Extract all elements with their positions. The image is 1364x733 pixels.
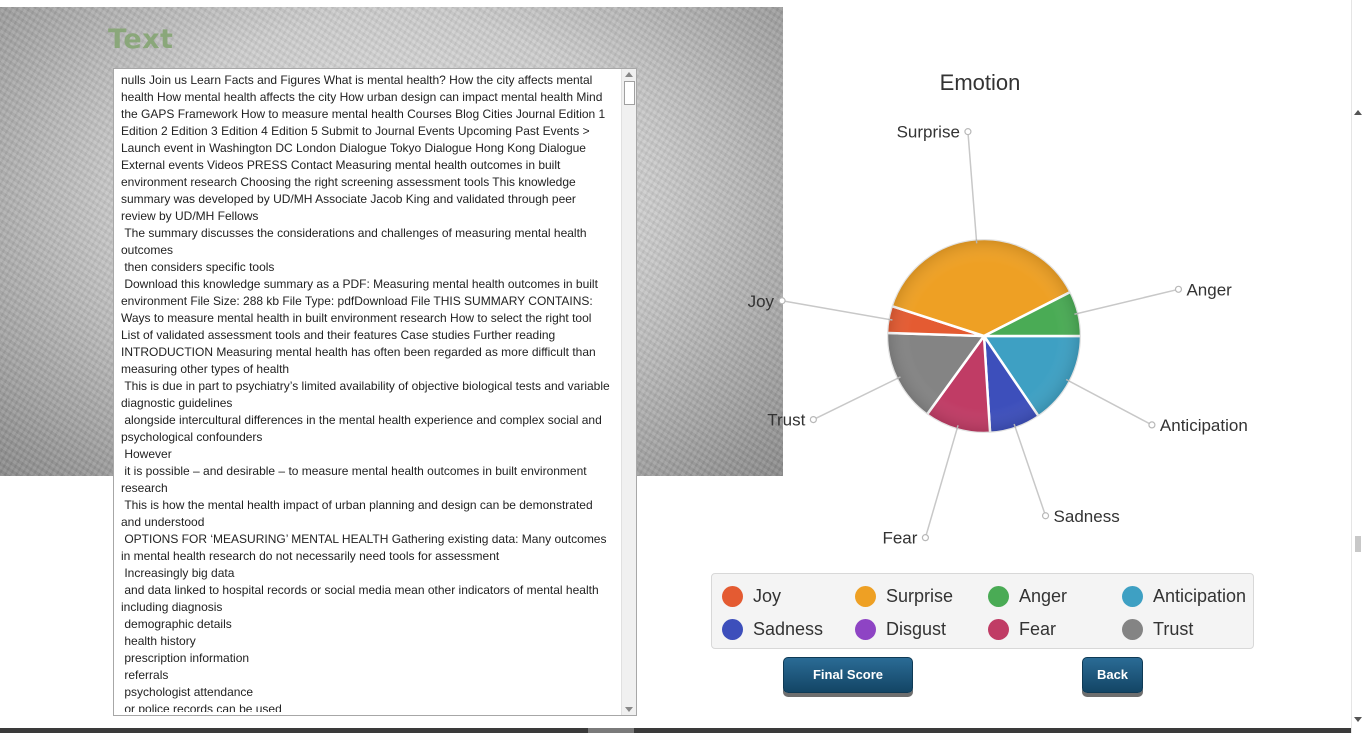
page-scroll-up-icon[interactable] [1354, 110, 1362, 115]
legend-item-anger[interactable]: Anger [988, 584, 1067, 608]
bottom-scroll-thumb[interactable] [588, 728, 634, 733]
legend-label: Disgust [886, 618, 947, 639]
pie-label-trust: Trust [767, 411, 805, 430]
pie-label-joy: Joy [748, 292, 775, 311]
pie-label-anticipation: Anticipation [1160, 416, 1248, 435]
pie-label-surprise: Surprise [897, 123, 960, 142]
page-scroll-thumb[interactable] [1355, 536, 1361, 552]
legend-label: Trust [1153, 618, 1194, 639]
pie-connector-anger [1074, 288, 1179, 316]
legend-color-dot-icon [855, 618, 876, 640]
legend-label: Anger [1019, 585, 1068, 606]
text-area-scrollbar[interactable] [621, 69, 636, 715]
text-area-content: nulls Join us Learn Facts and Figures Wh… [121, 73, 610, 712]
scroll-down-arrow-icon[interactable] [625, 707, 633, 712]
legend-color-dot-icon [855, 585, 876, 607]
pie-connector-dot-anger [1174, 285, 1183, 293]
final-score-button[interactable]: Final Score [783, 657, 913, 693]
legend-item-anticipation[interactable]: Anticipation [1122, 584, 1246, 608]
legend-label: Sadness [753, 618, 824, 639]
legend-label: Anticipation [1153, 585, 1247, 606]
legend-item-trust[interactable]: Trust [1122, 617, 1193, 641]
pie-connector-dot-anticipation [1148, 421, 1156, 429]
page-scrollbar[interactable] [1351, 0, 1364, 733]
legend-item-fear[interactable]: Fear [988, 617, 1056, 641]
legend-item-sadness[interactable]: Sadness [722, 617, 823, 641]
legend-color-dot-icon [988, 618, 1009, 640]
pie-chart-svg: Anticipation Sadness Fear Trust Joy Surprise A… [748, 123, 1248, 548]
top-bar [0, 0, 1364, 7]
pie-label-sadness: Sadness [1054, 507, 1120, 526]
legend-label: Joy [753, 585, 782, 606]
legend-color-dot-icon [1122, 618, 1143, 640]
pie-connector-surprise [967, 131, 978, 244]
pie-connector-trust [813, 376, 901, 421]
text-area[interactable]: nulls Join us Learn Facts and Figures Wh… [113, 68, 637, 716]
section-title: Text [108, 24, 174, 55]
scroll-thumb[interactable] [624, 81, 635, 105]
legend-item-disgust[interactable]: Disgust [855, 617, 946, 641]
legend-color-dot-icon [722, 618, 743, 640]
legend-label: Surprise [886, 585, 954, 606]
legend-color-dot-icon [722, 585, 743, 607]
pie-connector-anticipation [1065, 378, 1153, 426]
pie-connector-sadness [1013, 423, 1047, 516]
legend-item-joy[interactable]: Joy [722, 584, 781, 608]
pie-label-anger: Anger [1186, 280, 1232, 299]
emotion-chart: Emotion Anticipation Sadness Fear Trust Joy S… [700, 50, 1340, 560]
bottom-scrollbar[interactable] [0, 728, 1351, 733]
page-scroll-down-icon[interactable] [1354, 717, 1362, 722]
chart-legend: Joy Surprise Anger Anticipation Sadness Disgu… [711, 573, 1254, 649]
back-button[interactable]: Back [1082, 657, 1143, 693]
pie-connector-dot-fear [921, 534, 930, 542]
pie-connector-dot-trust [809, 415, 817, 424]
legend-item-surprise[interactable]: Surprise [855, 584, 953, 608]
legend-color-dot-icon [1122, 585, 1143, 607]
pie-connector-dot-joy [778, 297, 786, 305]
pie-connector-joy [781, 300, 893, 321]
legend-color-dot-icon [988, 585, 1009, 607]
pie-connector-fear [924, 425, 959, 538]
legend-label: Fear [1019, 618, 1057, 639]
pie-connector-dot-surprise [964, 128, 972, 136]
pie-label-fear: Fear [882, 529, 917, 548]
pie-connector-dot-sadness [1041, 512, 1050, 520]
scroll-up-arrow-icon[interactable] [625, 72, 633, 77]
